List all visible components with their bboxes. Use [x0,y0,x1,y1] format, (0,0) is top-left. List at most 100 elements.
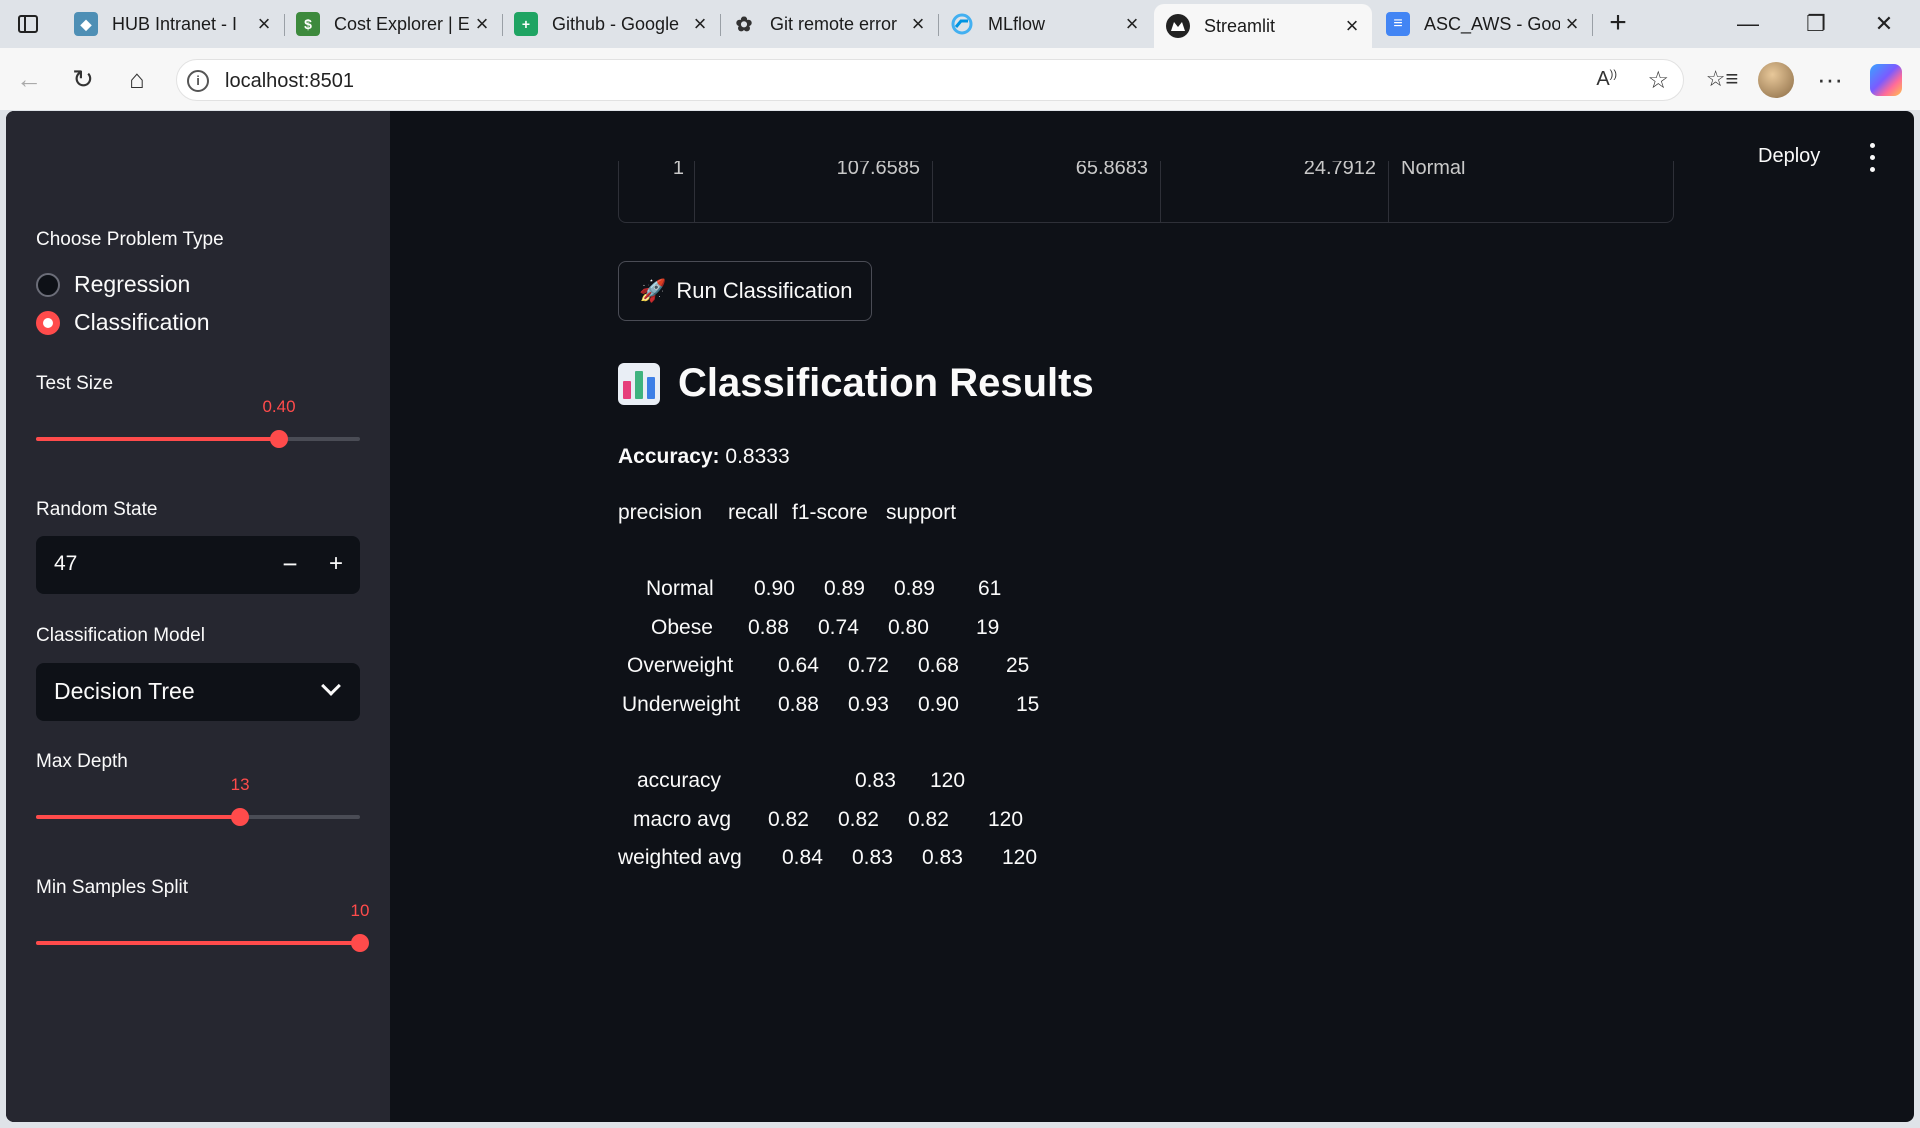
mlflow-icon [950,12,974,36]
streamlit-icon [1166,14,1190,38]
copilot-icon[interactable] [1870,64,1902,96]
profile-avatar[interactable] [1758,62,1794,98]
favorites-icon[interactable]: ☆≡ [1704,62,1740,96]
slider-value: 0.40 [262,397,296,416]
report-cell-support: 120 [1002,846,1038,869]
min-samples-split-label: Min Samples Split [36,877,189,898]
favorite-star-icon[interactable]: ☆ [1647,66,1669,95]
close-tab-icon[interactable]: × [252,11,276,36]
min-samples-split-slider[interactable]: 10 [36,901,369,952]
url-text[interactable]: localhost:8501 [225,70,354,93]
deploy-button[interactable]: Deploy [1758,145,1820,168]
report-cell-recall: 0.72 [848,654,889,677]
random-state-value[interactable]: 47 [54,552,77,576]
report-cell-f1: 0.82 [908,807,949,831]
sidebar: Choose Problem Type Regression Classific… [6,111,390,1122]
table-cell: Normal [1401,161,1466,179]
report-cell-support: 61 [978,577,1002,600]
browser-toolbar: ← ↻ ⌂ i localhost:8501 A)) ☆ ☆≡ ··· [0,48,1920,110]
max-depth-slider[interactable]: 13 [36,775,360,826]
report-cell-recall: 0.83 [852,846,893,869]
report-cell-f1: 0.83 [855,769,896,792]
report-cell-f1: 0.89 [894,577,935,600]
slider-thumb[interactable] [231,808,250,826]
minimize-icon[interactable]: — [1714,0,1782,48]
refresh-icon[interactable]: ↻ [66,62,100,96]
report-header-cell: support [886,501,957,524]
sheets-icon: + [514,12,538,36]
tab-hub-intranet[interactable]: ◆ HUB Intranet - I × [62,4,285,44]
table-cell: 65.8683 [1075,161,1148,179]
radio-regression[interactable]: Regression [36,271,190,298]
browser-tab-bar: ◆ HUB Intranet - I × $ Cost Explorer | E… [0,0,1920,48]
report-header-cell: f1-score [792,501,868,524]
dataframe-preview[interactable]: 1 107.6585 65.8683 24.7912 Normal [618,161,1674,223]
slider-thumb[interactable] [351,934,369,952]
report-header-cell: precision [618,501,703,524]
results-heading: Classification Results [618,361,1094,406]
address-bar[interactable]: i localhost:8501 A)) ☆ [176,59,1684,101]
read-aloud-icon[interactable]: A)) [1596,68,1617,91]
report-cell-label: accuracy [637,769,722,792]
test-size-label: Test Size [36,373,114,394]
tab-cost-explorer[interactable]: $ Cost Explorer | E × [284,4,503,44]
radio-classification[interactable]: Classification [36,309,210,336]
new-tab-button[interactable]: + [1602,8,1634,40]
more-options-icon[interactable]: ··· [1812,62,1848,96]
chatgpt-icon: ✿ [732,12,756,36]
accuracy-label: Accuracy: [618,445,720,468]
radio-classification-indicator[interactable] [36,310,60,335]
report-cell-f1: 0.68 [918,654,959,677]
test-size-slider[interactable]: 0.40 [36,397,360,448]
slider-value: 10 [350,901,370,920]
report-cell-precision: 0.90 [754,577,795,600]
problem-type-label: Choose Problem Type [36,229,224,250]
report-header-cell: recall [728,501,779,524]
increment-button[interactable]: + [318,546,354,584]
slider-fill [36,815,241,819]
report-cell-support: 19 [976,615,1000,639]
report-cell-precision: 0.82 [768,807,809,831]
report-cell-precision: 0.88 [748,615,789,639]
run-classification-button[interactable]: 🚀 Run Classification [618,261,872,321]
rocket-icon: 🚀 [639,278,667,303]
tab-mlflow[interactable]: MLflow × [938,4,1152,44]
close-tab-icon[interactable]: × [1340,13,1364,38]
tab-asc-aws-doc[interactable]: ≡ ASC_AWS - Goo × [1374,4,1593,44]
report-cell-f1: 0.80 [888,615,929,639]
close-window-icon[interactable]: ✕ [1850,0,1918,48]
report-cell-label: weighted avg [618,846,742,869]
report-cell-recall: 0.74 [818,615,859,639]
report-cell-precision: 0.84 [782,846,823,869]
accuracy-line: Accuracy: 0.8333 [618,445,790,469]
streamlit-app: Choose Problem Type Regression Classific… [6,111,1914,1122]
accuracy-value: 0.8333 [725,445,790,468]
report-cell-support: 25 [1006,654,1030,677]
report-cell-recall: 0.82 [838,807,879,831]
random-state-label: Random State [36,499,158,520]
decrement-button[interactable]: − [272,546,308,584]
back-icon[interactable]: ← [12,62,46,96]
slider-fill [36,437,279,441]
report-cell-support: 15 [1016,692,1040,716]
tab-actions-icon[interactable] [14,10,42,38]
tab-streamlit[interactable]: Streamlit × [1154,4,1372,48]
site-info-icon[interactable]: i [187,70,209,92]
close-tab-icon[interactable]: × [906,11,930,36]
tab-git-remote-error[interactable]: ✿ Git remote error × [720,4,939,44]
classification-model-select[interactable]: Decision Tree [36,663,360,721]
main-menu-icon[interactable] [1862,139,1882,175]
slider-thumb[interactable] [270,430,288,448]
report-cell-recall: 0.93 [848,692,889,716]
random-state-input[interactable]: 47 − + [36,536,360,594]
report-cell-label: Normal [646,577,714,600]
tab-github-sheet[interactable]: + Github - Google × [502,4,721,44]
close-tab-icon[interactable]: × [1560,11,1584,36]
close-tab-icon[interactable]: × [470,11,494,36]
home-icon[interactable]: ⌂ [120,62,154,96]
close-tab-icon[interactable]: × [1120,11,1144,36]
restore-icon[interactable]: ❐ [1782,0,1850,48]
close-tab-icon[interactable]: × [688,11,712,36]
classification-model-label: Classification Model [36,625,205,646]
radio-regression-indicator[interactable] [36,272,60,297]
